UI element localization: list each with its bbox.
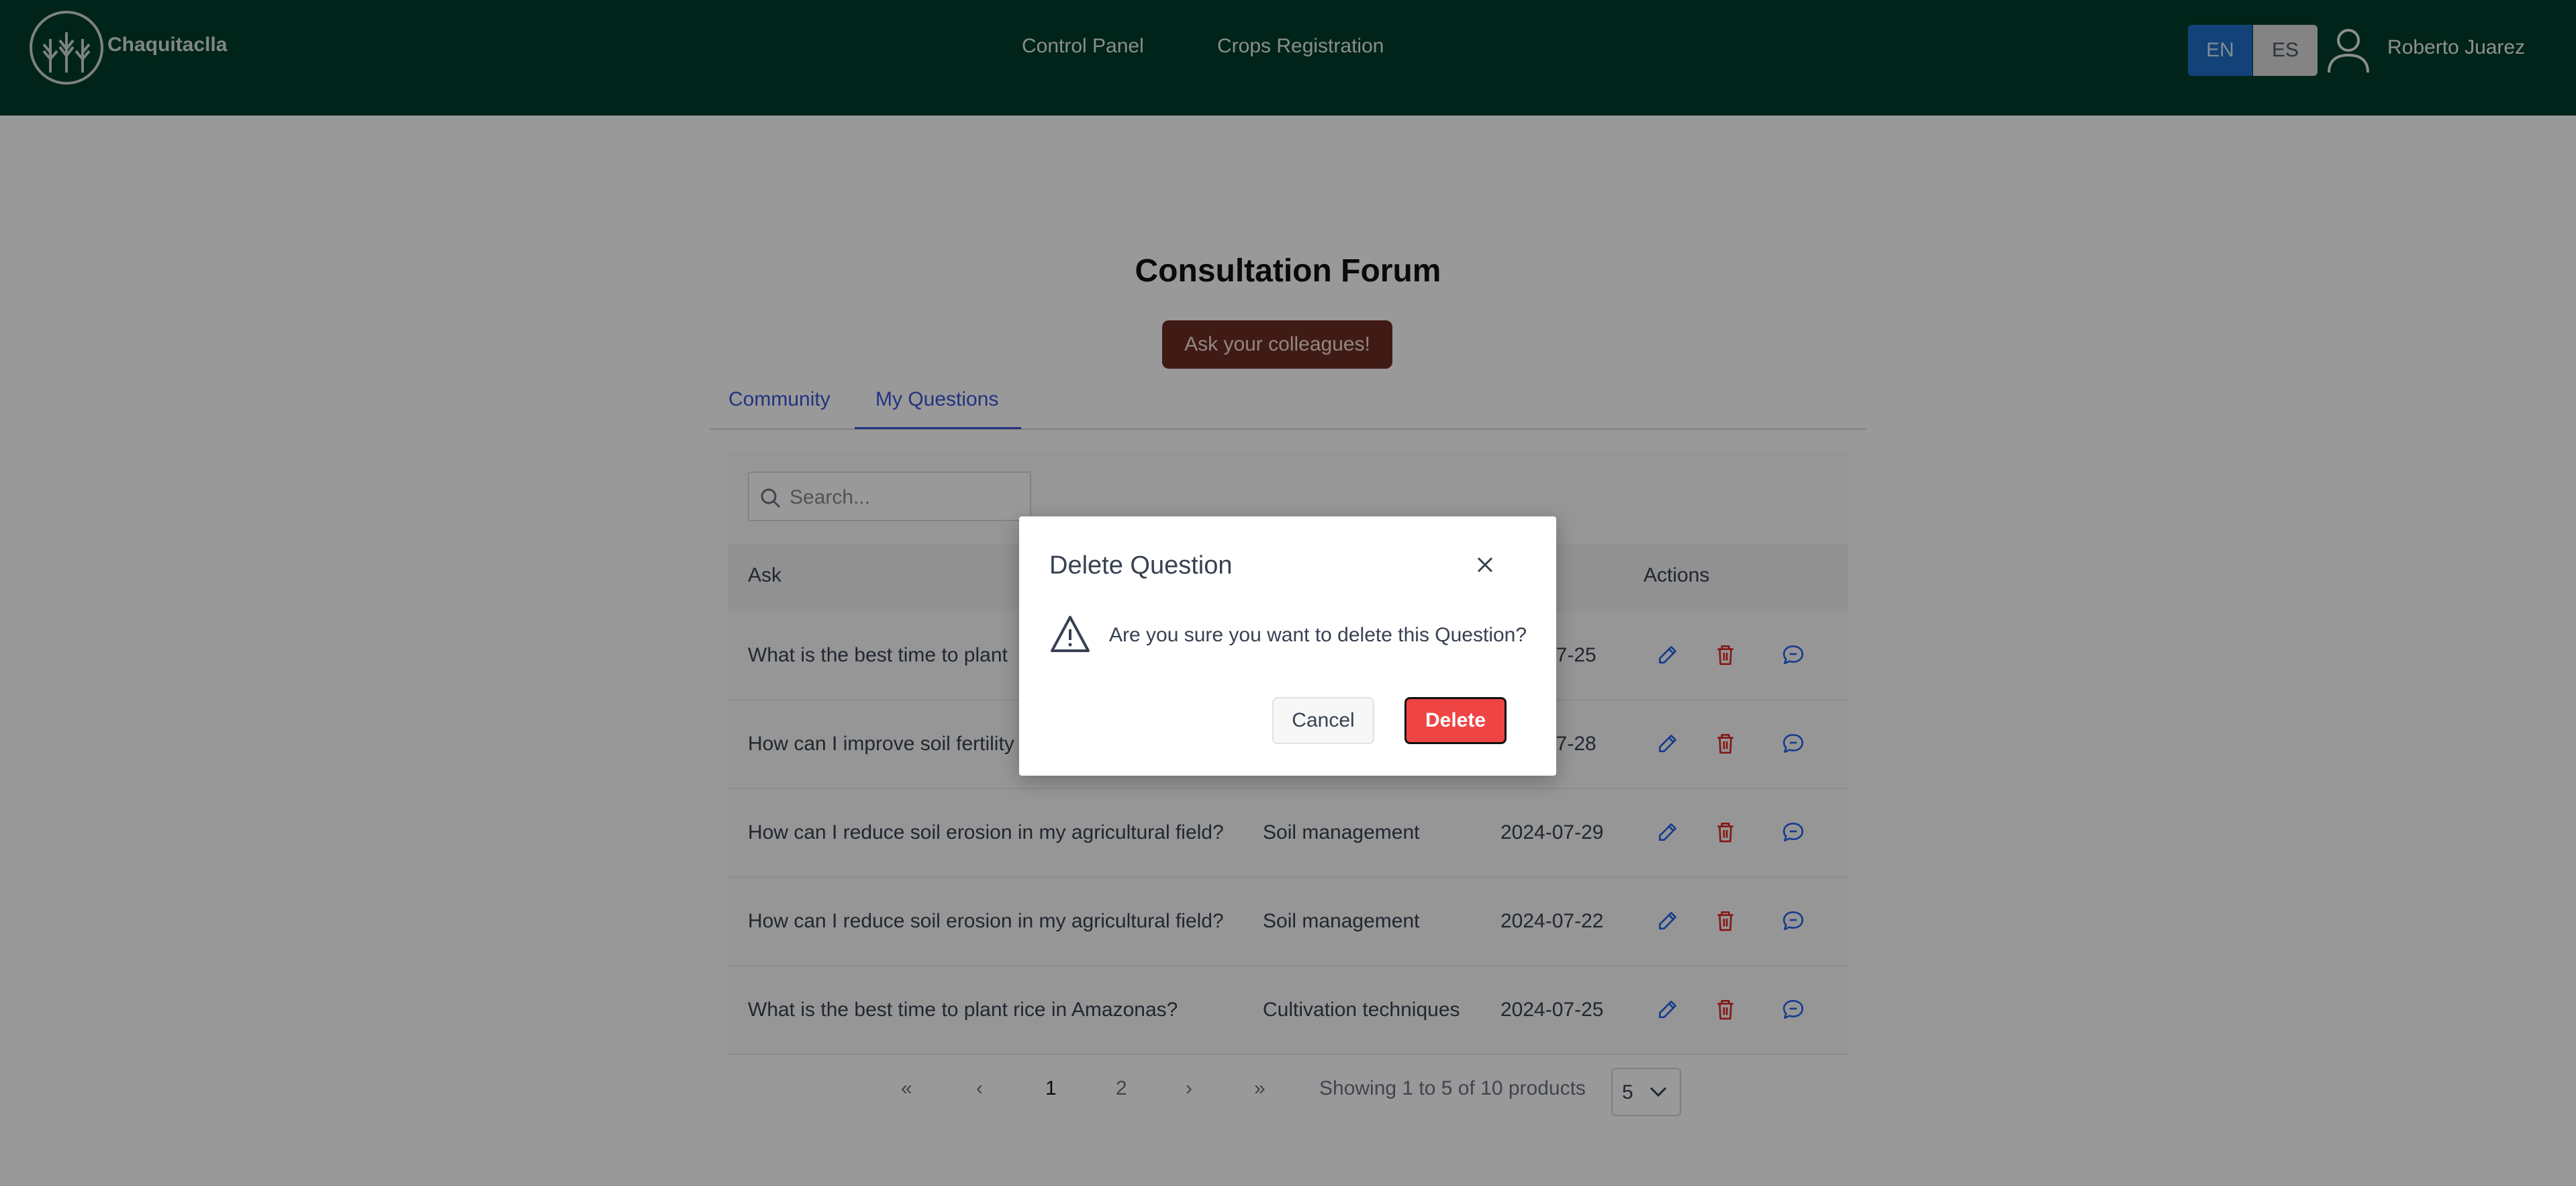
delete-question-dialog: Delete Question Are you sure you want to… xyxy=(1019,516,1556,776)
delete-button[interactable]: Delete xyxy=(1404,697,1507,744)
cancel-button[interactable]: Cancel xyxy=(1272,697,1374,744)
warning-icon xyxy=(1051,616,1090,652)
close-icon[interactable] xyxy=(1473,553,1497,577)
dialog-title: Delete Question xyxy=(1049,551,1233,580)
dialog-message: Are you sure you want to delete this Que… xyxy=(1109,624,1527,646)
